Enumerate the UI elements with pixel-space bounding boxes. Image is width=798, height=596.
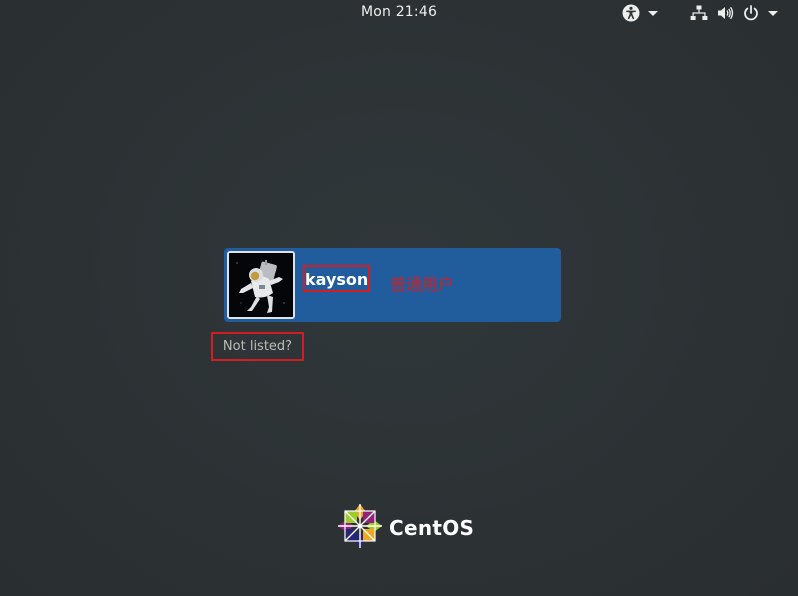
volume-icon (716, 4, 734, 22)
username-highlight: kayson (303, 265, 370, 292)
astronaut-avatar (227, 251, 295, 319)
username[interactable]: kayson (305, 270, 368, 289)
user-type-annotation: 普通用户 (390, 275, 455, 294)
not-listed-label: Not listed? (222, 339, 293, 354)
chevron-down-icon (768, 10, 778, 16)
not-listed-button[interactable]: Not listed? (211, 332, 304, 361)
accessibility-menu[interactable] (622, 3, 658, 23)
centos-logo: CentOS (337, 503, 475, 553)
system-menu[interactable] (690, 3, 778, 23)
logo-text: CentOS (389, 516, 475, 540)
centos-logo-icon (337, 503, 383, 553)
network-icon (690, 4, 708, 22)
chevron-down-icon (648, 10, 658, 16)
accessibility-icon (622, 4, 640, 22)
power-icon (742, 4, 760, 22)
user-list-item[interactable]: kayson 普通用户 (224, 248, 561, 322)
top-bar: Mon 21:46 (0, 0, 798, 26)
clock[interactable]: Mon 21:46 (0, 4, 798, 20)
